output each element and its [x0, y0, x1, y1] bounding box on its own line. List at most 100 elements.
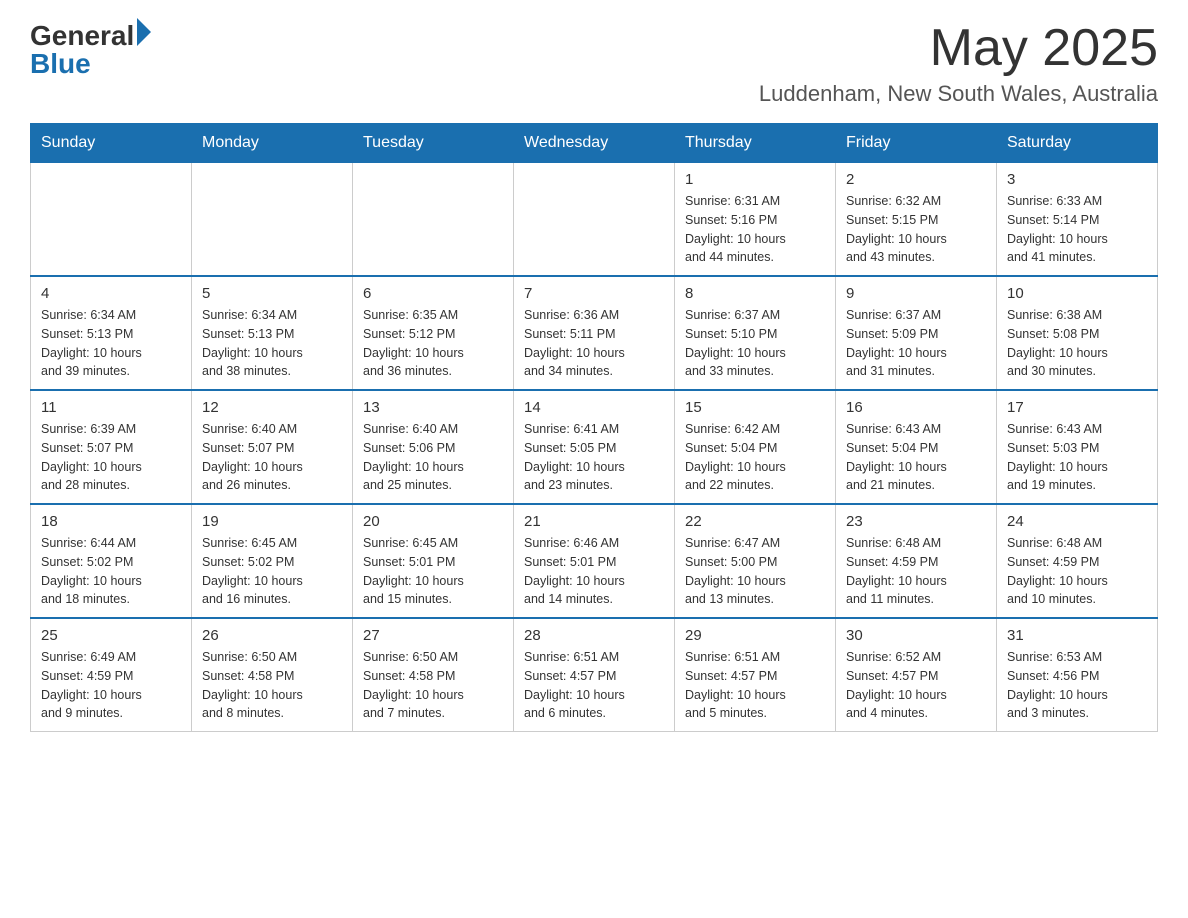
calendar-cell: 11 Sunrise: 6:39 AM Sunset: 5:07 PM Dayli… — [31, 390, 192, 504]
calendar-day-header: Monday — [192, 124, 353, 163]
day-info: Sunrise: 6:37 AM Sunset: 5:10 PM Dayligh… — [685, 306, 825, 381]
day-info: Sunrise: 6:47 AM Sunset: 5:00 PM Dayligh… — [685, 534, 825, 609]
day-number: 4 — [41, 285, 181, 302]
day-info: Sunrise: 6:45 AM Sunset: 5:01 PM Dayligh… — [363, 534, 503, 609]
day-number: 30 — [846, 627, 986, 644]
day-info: Sunrise: 6:48 AM Sunset: 4:59 PM Dayligh… — [1007, 534, 1147, 609]
day-number: 21 — [524, 513, 664, 530]
day-number: 18 — [41, 513, 181, 530]
day-info: Sunrise: 6:32 AM Sunset: 5:15 PM Dayligh… — [846, 192, 986, 267]
calendar-cell — [192, 163, 353, 277]
day-info: Sunrise: 6:42 AM Sunset: 5:04 PM Dayligh… — [685, 420, 825, 495]
day-info: Sunrise: 6:40 AM Sunset: 5:06 PM Dayligh… — [363, 420, 503, 495]
calendar-cell: 27Sunrise: 6:50 AM Sunset: 4:58 PM Dayli… — [353, 618, 514, 732]
day-info: Sunrise: 6:53 AM Sunset: 4:56 PM Dayligh… — [1007, 648, 1147, 723]
logo-triangle-icon — [137, 18, 151, 46]
calendar-day-header: Wednesday — [514, 124, 675, 163]
day-number: 9 — [846, 285, 986, 302]
day-number: 28 — [524, 627, 664, 644]
day-info: Sunrise: 6:44 AM Sunset: 5:02 PM Dayligh… — [41, 534, 181, 609]
calendar-cell: 3Sunrise: 6:33 AM Sunset: 5:14 PM Daylig… — [997, 163, 1158, 277]
title-block: May 2025 Luddenham, New South Wales, Aus… — [759, 20, 1158, 107]
calendar-cell: 5Sunrise: 6:34 AM Sunset: 5:13 PM Daylig… — [192, 276, 353, 390]
calendar-cell: 10 Sunrise: 6:38 AM Sunset: 5:08 PM Dayli… — [997, 276, 1158, 390]
calendar-day-header: Friday — [836, 124, 997, 163]
calendar-cell: 25 Sunrise: 6:49 AM Sunset: 4:59 PM Dayli… — [31, 618, 192, 732]
day-number: 25 — [41, 627, 181, 644]
day-number: 8 — [685, 285, 825, 302]
calendar-day-header: Thursday — [675, 124, 836, 163]
day-number: 13 — [363, 399, 503, 416]
day-info: Sunrise: 6:31 AM Sunset: 5:16 PM Dayligh… — [685, 192, 825, 267]
calendar-cell: 4 Sunrise: 6:34 AM Sunset: 5:13 PM Daylig… — [31, 276, 192, 390]
day-info: Sunrise: 6:35 AM Sunset: 5:12 PM Dayligh… — [363, 306, 503, 381]
calendar-cell: 1Sunrise: 6:31 AM Sunset: 5:16 PM Daylig… — [675, 163, 836, 277]
day-number: 26 — [202, 627, 342, 644]
day-number: 22 — [685, 513, 825, 530]
day-info: Sunrise: 6:49 AM Sunset: 4:59 PM Dayligh… — [41, 648, 181, 723]
calendar-week-row: 25 Sunrise: 6:49 AM Sunset: 4:59 PM Dayli… — [31, 618, 1158, 732]
calendar-cell: 19 Sunrise: 6:45 AM Sunset: 5:02 PM Dayli… — [192, 504, 353, 618]
day-number: 16 — [846, 399, 986, 416]
calendar-cell: 18 Sunrise: 6:44 AM Sunset: 5:02 PM Dayli… — [31, 504, 192, 618]
calendar-table: SundayMondayTuesdayWednesdayThursdayFrid… — [30, 123, 1158, 732]
calendar-cell: 2Sunrise: 6:32 AM Sunset: 5:15 PM Daylig… — [836, 163, 997, 277]
calendar-week-row: 4 Sunrise: 6:34 AM Sunset: 5:13 PM Daylig… — [31, 276, 1158, 390]
calendar-cell: 15 Sunrise: 6:42 AM Sunset: 5:04 PM Dayli… — [675, 390, 836, 504]
day-info: Sunrise: 6:34 AM Sunset: 5:13 PM Dayligh… — [202, 306, 342, 381]
day-info: Sunrise: 6:51 AM Sunset: 4:57 PM Dayligh… — [685, 648, 825, 723]
day-number: 7 — [524, 285, 664, 302]
calendar-week-row: 11 Sunrise: 6:39 AM Sunset: 5:07 PM Dayli… — [31, 390, 1158, 504]
calendar-cell — [353, 163, 514, 277]
calendar-cell: 7Sunrise: 6:36 AM Sunset: 5:11 PM Daylig… — [514, 276, 675, 390]
day-number: 11 — [41, 399, 181, 416]
calendar-cell: 8 Sunrise: 6:37 AM Sunset: 5:10 PM Daylig… — [675, 276, 836, 390]
calendar-cell: 13 Sunrise: 6:40 AM Sunset: 5:06 PM Dayli… — [353, 390, 514, 504]
calendar-cell: 26Sunrise: 6:50 AM Sunset: 4:58 PM Dayli… — [192, 618, 353, 732]
day-number: 17 — [1007, 399, 1147, 416]
day-number: 19 — [202, 513, 342, 530]
day-info: Sunrise: 6:33 AM Sunset: 5:14 PM Dayligh… — [1007, 192, 1147, 267]
day-number: 6 — [363, 285, 503, 302]
day-number: 14 — [524, 399, 664, 416]
day-number: 10 — [1007, 285, 1147, 302]
page-header: General Blue May 2025 Luddenham, New Sou… — [30, 20, 1158, 107]
calendar-cell: 16 Sunrise: 6:43 AM Sunset: 5:04 PM Dayli… — [836, 390, 997, 504]
calendar-day-header: Saturday — [997, 124, 1158, 163]
day-info: Sunrise: 6:39 AM Sunset: 5:07 PM Dayligh… — [41, 420, 181, 495]
calendar-cell: 23 Sunrise: 6:48 AM Sunset: 4:59 PM Dayli… — [836, 504, 997, 618]
calendar-cell: 30 Sunrise: 6:52 AM Sunset: 4:57 PM Dayli… — [836, 618, 997, 732]
calendar-cell: 21 Sunrise: 6:46 AM Sunset: 5:01 PM Dayli… — [514, 504, 675, 618]
day-number: 15 — [685, 399, 825, 416]
logo-blue: Blue — [30, 48, 91, 80]
day-info: Sunrise: 6:34 AM Sunset: 5:13 PM Dayligh… — [41, 306, 181, 381]
day-info: Sunrise: 6:51 AM Sunset: 4:57 PM Dayligh… — [524, 648, 664, 723]
day-info: Sunrise: 6:52 AM Sunset: 4:57 PM Dayligh… — [846, 648, 986, 723]
calendar-cell — [31, 163, 192, 277]
calendar-cell: 28 Sunrise: 6:51 AM Sunset: 4:57 PM Dayli… — [514, 618, 675, 732]
calendar-cell: 17 Sunrise: 6:43 AM Sunset: 5:03 PM Dayli… — [997, 390, 1158, 504]
day-info: Sunrise: 6:46 AM Sunset: 5:01 PM Dayligh… — [524, 534, 664, 609]
day-number: 20 — [363, 513, 503, 530]
day-number: 31 — [1007, 627, 1147, 644]
calendar-cell: 22 Sunrise: 6:47 AM Sunset: 5:00 PM Dayli… — [675, 504, 836, 618]
day-info: Sunrise: 6:43 AM Sunset: 5:03 PM Dayligh… — [1007, 420, 1147, 495]
calendar-cell: 6 Sunrise: 6:35 AM Sunset: 5:12 PM Daylig… — [353, 276, 514, 390]
calendar-week-row: 1Sunrise: 6:31 AM Sunset: 5:16 PM Daylig… — [31, 163, 1158, 277]
location-title: Luddenham, New South Wales, Australia — [759, 81, 1158, 107]
calendar-week-row: 18 Sunrise: 6:44 AM Sunset: 5:02 PM Dayli… — [31, 504, 1158, 618]
calendar-cell: 31 Sunrise: 6:53 AM Sunset: 4:56 PM Dayli… — [997, 618, 1158, 732]
day-info: Sunrise: 6:48 AM Sunset: 4:59 PM Dayligh… — [846, 534, 986, 609]
day-info: Sunrise: 6:41 AM Sunset: 5:05 PM Dayligh… — [524, 420, 664, 495]
day-number: 23 — [846, 513, 986, 530]
day-number: 29 — [685, 627, 825, 644]
day-info: Sunrise: 6:43 AM Sunset: 5:04 PM Dayligh… — [846, 420, 986, 495]
calendar-day-header: Tuesday — [353, 124, 514, 163]
calendar-cell: 24Sunrise: 6:48 AM Sunset: 4:59 PM Dayli… — [997, 504, 1158, 618]
calendar-cell: 20 Sunrise: 6:45 AM Sunset: 5:01 PM Dayli… — [353, 504, 514, 618]
day-info: Sunrise: 6:45 AM Sunset: 5:02 PM Dayligh… — [202, 534, 342, 609]
day-info: Sunrise: 6:38 AM Sunset: 5:08 PM Dayligh… — [1007, 306, 1147, 381]
calendar-cell — [514, 163, 675, 277]
calendar-cell: 29 Sunrise: 6:51 AM Sunset: 4:57 PM Dayli… — [675, 618, 836, 732]
day-number: 12 — [202, 399, 342, 416]
